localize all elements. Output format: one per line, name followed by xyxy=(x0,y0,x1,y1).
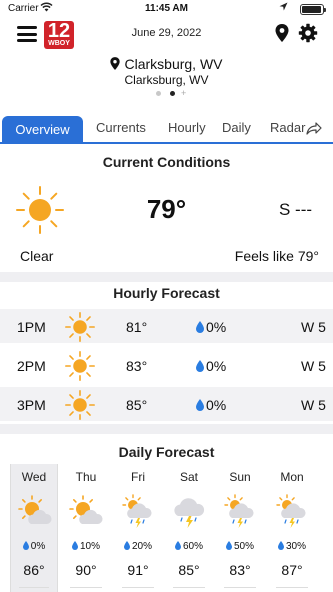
raindrop-icon xyxy=(196,359,204,375)
partly-cloudy-icon xyxy=(17,494,53,535)
raindrop-icon xyxy=(123,541,130,553)
daily-column[interactable]: Thu 10% 90° xyxy=(62,464,110,592)
tab-currents[interactable]: Currents xyxy=(96,120,146,135)
location-pin-icon[interactable] xyxy=(275,24,289,47)
tab-radar[interactable]: Radar xyxy=(270,120,305,135)
partly-cloudy-icon xyxy=(68,494,104,535)
page-dot xyxy=(156,91,161,96)
tab-overview[interactable]: Overview xyxy=(2,116,83,144)
location-block[interactable]: Clarksburg, WV Clarksburg, WV xyxy=(0,56,333,87)
raindrop-icon xyxy=(174,541,181,553)
thunderstorm-sun-icon xyxy=(222,494,258,535)
feels-like: Feels like 79° xyxy=(234,248,319,264)
day-separator xyxy=(70,587,102,588)
daily-column[interactable]: Sat 60% 85° xyxy=(165,464,213,592)
day-separator xyxy=(19,587,49,588)
day-temperature: 87° xyxy=(281,562,303,578)
day-precip: 60% xyxy=(182,541,203,552)
raindrop-icon xyxy=(277,541,284,553)
sun-icon xyxy=(64,350,96,385)
raindrop-icon xyxy=(71,541,78,553)
hour-wind: W 5 xyxy=(301,358,326,374)
location-subname: Clarksburg, WV xyxy=(124,73,209,87)
section-divider xyxy=(0,272,333,282)
day-temperature: 90° xyxy=(75,562,97,578)
tab-bar: Overview Currents Hourly Daily Radar xyxy=(0,114,333,144)
raindrop-icon xyxy=(196,398,204,414)
add-location-icon: + xyxy=(181,88,187,98)
location-name: Clarksburg, WV xyxy=(124,56,223,72)
status-bar: Carrier 11:45 AM xyxy=(0,0,333,18)
hourly-row[interactable]: 2PM 83° 0% W 5 xyxy=(0,348,333,382)
hourly-forecast-title: Hourly Forecast xyxy=(113,285,220,301)
day-name: Wed xyxy=(21,470,47,484)
hour-wind: W 5 xyxy=(301,397,326,413)
hourly-row[interactable]: 1PM 81° 0% W 5 xyxy=(0,309,333,343)
hour-time: 3PM xyxy=(17,397,46,413)
day-temperature: 86° xyxy=(23,562,45,578)
location-pin-icon xyxy=(110,57,121,73)
day-name: Sun xyxy=(229,470,251,484)
day-name: Sat xyxy=(179,470,198,484)
day-precip: 50% xyxy=(233,541,254,552)
sun-icon xyxy=(64,311,96,346)
day-temperature: 91° xyxy=(127,562,149,578)
current-wind: S --- xyxy=(279,200,313,219)
thunderstorm-icon xyxy=(171,494,207,535)
day-precip: 20% xyxy=(131,541,152,552)
current-condition: Clear xyxy=(20,248,54,264)
hour-precip: 0% xyxy=(206,397,227,413)
hour-temperature: 85° xyxy=(126,397,148,413)
section-divider xyxy=(0,424,333,434)
raindrop-icon xyxy=(225,541,232,553)
day-separator xyxy=(173,587,205,588)
battery-icon xyxy=(300,4,326,15)
current-conditions-title: Current Conditions xyxy=(102,154,231,170)
share-arrow-icon[interactable] xyxy=(306,122,322,140)
hour-time: 2PM xyxy=(17,358,46,374)
day-temperature: 85° xyxy=(178,562,200,578)
hour-temperature: 81° xyxy=(126,319,148,335)
app-header: 12 WBOY June 29, 2022 xyxy=(0,18,333,50)
daily-forecast-title: Daily Forecast xyxy=(118,444,215,460)
daily-column[interactable]: Mon 30% 87° xyxy=(268,464,316,592)
hour-temperature: 83° xyxy=(126,358,148,374)
day-separator xyxy=(224,587,256,588)
hour-precip: 0% xyxy=(206,319,227,335)
hourly-row[interactable]: 3PM 85° 0% W 5 xyxy=(0,387,333,421)
day-precip: 0% xyxy=(30,541,46,552)
thunderstorm-sun-icon xyxy=(120,494,156,535)
day-name: Thu xyxy=(75,470,97,484)
raindrop-icon xyxy=(196,320,204,336)
page-dot-active xyxy=(170,91,175,96)
location-arrow-icon xyxy=(279,2,288,15)
raindrop-icon xyxy=(22,541,29,553)
daily-column[interactable]: Wed 0% 86° xyxy=(10,464,58,592)
day-separator xyxy=(276,587,308,588)
tab-daily[interactable]: Daily xyxy=(222,120,251,135)
daily-column[interactable]: Fri 20% 91° xyxy=(114,464,162,592)
thunderstorm-sun-icon xyxy=(274,494,310,535)
gear-icon[interactable] xyxy=(298,23,318,48)
day-name: Fri xyxy=(131,470,145,484)
day-precip: 10% xyxy=(79,541,100,552)
hour-precip: 0% xyxy=(206,358,227,374)
day-separator xyxy=(122,587,154,588)
day-name: Mon xyxy=(280,470,304,484)
hour-wind: W 5 xyxy=(301,319,326,335)
logo-brand: WBOY xyxy=(48,40,70,47)
sun-icon xyxy=(64,389,96,424)
hour-time: 1PM xyxy=(17,319,46,335)
daily-column[interactable]: Sun 50% 83° xyxy=(216,464,264,592)
tab-hourly[interactable]: Hourly xyxy=(168,120,206,135)
day-precip: 30% xyxy=(285,541,306,552)
day-temperature: 83° xyxy=(229,562,251,578)
